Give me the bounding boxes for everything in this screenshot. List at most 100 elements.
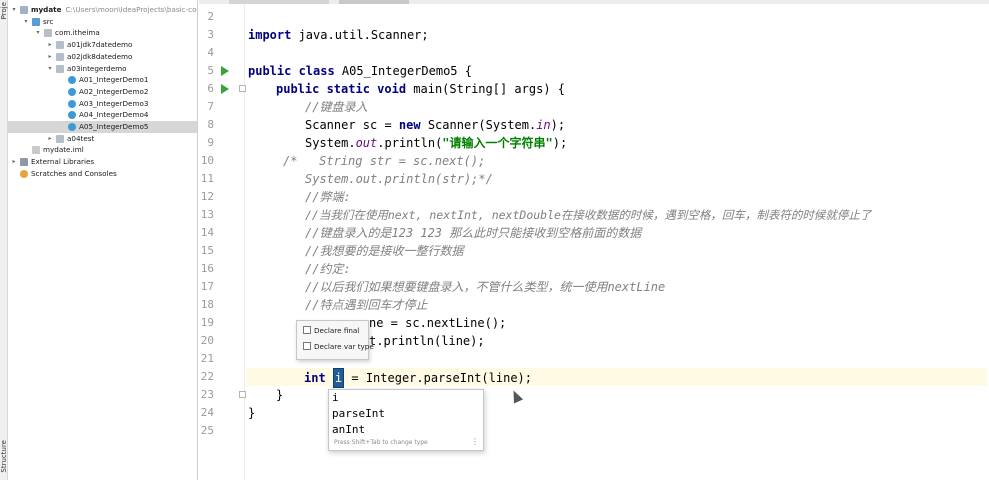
tree-item[interactable]: ▾ com.itheima — [8, 27, 197, 39]
variable-name-selection[interactable]: i — [332, 368, 345, 388]
package-icon — [56, 64, 64, 73]
completion-item-i[interactable]: i — [332, 390, 480, 406]
line-number: 3 — [207, 28, 214, 41]
scratch-icon — [20, 169, 28, 178]
code-line-9: System.out.println("请输入一个字符串"); — [305, 136, 568, 150]
source-folder-icon — [32, 17, 40, 26]
tree-item[interactable]: ▸ a04test — [8, 133, 197, 145]
code-line-15: //我想要的是接收一整行数据 — [305, 244, 464, 258]
tree-item[interactable]: ▸ a02jdk8datedemo — [8, 51, 197, 63]
line-number: 10 — [200, 154, 214, 167]
java-class-icon — [68, 76, 76, 85]
line-number: 24 — [200, 406, 214, 419]
java-class-icon — [68, 99, 76, 108]
tree-item[interactable]: A01_IntegerDemo1 — [8, 74, 197, 86]
line-number: 5 — [207, 64, 214, 77]
tree-item[interactable]: ▸ a01jdk7datedemo — [8, 39, 197, 51]
code-completion-popup: i parseInt anInt Press Shift+Tab to chan… — [328, 389, 484, 451]
line-number: 14 — [200, 226, 214, 239]
declare-final-checkbox[interactable] — [303, 326, 311, 334]
completion-item-anint[interactable]: anInt — [332, 422, 480, 438]
tree-item[interactable]: A03_IntegerDemo3 — [8, 98, 197, 110]
tree-item[interactable]: mydate.iml — [8, 144, 197, 156]
declare-var-type-option[interactable]: Declare var type — [303, 341, 374, 353]
code-editor[interactable]: 2 3 4 5 6 7 8 9 10 11 12 13 14 15 16 17 18 19 20 21 22 23 24 25… — [199, 4, 989, 480]
code-line-13: //当我们在使用next, nextInt, nextDouble在接收数据的时… — [305, 208, 872, 222]
tree-item-label: A05_IntegerDemo5 — [79, 122, 149, 131]
tree-item[interactable]: Scratches and Consoles — [8, 168, 197, 180]
editor-gutter: 2 3 4 5 6 7 8 9 10 11 12 13 14 15 16 17 18 19 20 21 22 23 24 25 — [199, 4, 246, 480]
tree-item-label: A03_IntegerDemo3 — [79, 98, 149, 108]
line-number: 17 — [200, 280, 214, 293]
line-number: 19 — [200, 316, 214, 329]
line-number: 20 — [200, 334, 214, 347]
iml-file-icon — [32, 146, 40, 155]
tree-item-label: a04test — [67, 133, 95, 143]
code-line-12: //弊端: — [305, 190, 351, 204]
completion-item-parseint[interactable]: parseInt — [332, 406, 480, 422]
tree-item-label: Scratches and Consoles — [31, 168, 117, 178]
chevron-down-icon[interactable]: ▾ — [46, 63, 54, 75]
declare-var-type-checkbox[interactable] — [303, 342, 311, 350]
package-icon — [44, 29, 52, 38]
code-line-19: ne = sc.nextLine(); — [369, 316, 507, 330]
tree-item[interactable]: A02_IntegerDemo2 — [8, 86, 197, 98]
structure-tool-tab[interactable]: Structure — [0, 440, 8, 473]
code-line-22: int i = Integer.parseInt(line); — [246, 368, 987, 388]
chevron-right-icon[interactable]: ▸ — [10, 156, 18, 168]
code-line-23: } — [276, 388, 284, 402]
run-gutter-icon[interactable] — [221, 66, 229, 76]
chevron-right-icon[interactable]: ▸ — [46, 39, 54, 51]
library-icon — [20, 158, 28, 167]
code-line-24: } — [248, 406, 256, 420]
line-number: 13 — [200, 208, 214, 221]
tree-item[interactable]: A05_IntegerDemo5 — [8, 121, 197, 133]
tree-item[interactable]: ▾ a03integerdemo — [8, 63, 197, 75]
java-class-icon — [68, 123, 76, 131]
code-line-11: System.out.println(str);*/ — [305, 172, 493, 186]
declare-final-option[interactable]: Declare final — [303, 325, 359, 337]
more-options-icon[interactable]: ⋮ — [471, 437, 479, 446]
code-line-10: /* String str = sc.next(); — [283, 154, 486, 168]
line-number: 2 — [207, 10, 214, 23]
tree-item-label: A02_IntegerDemo2 — [79, 86, 149, 96]
line-number: 11 — [200, 172, 214, 185]
run-gutter-icon[interactable] — [221, 84, 229, 94]
code-line-5: public class A05_IntegerDemo5 { — [248, 64, 472, 78]
tree-item[interactable]: ▸ External Libraries — [8, 156, 197, 168]
line-number: 9 — [207, 136, 214, 149]
chevron-down-icon[interactable]: ▾ — [34, 27, 42, 39]
intention-options-popup: Declare final Declare var type — [296, 320, 374, 360]
code-line-14: //键盘录入的是123 123 那么此时只能接收到空格前面的数据 — [305, 226, 642, 240]
package-icon — [56, 134, 64, 143]
code-line-20: t.println(line); — [369, 334, 485, 348]
package-icon — [56, 41, 64, 50]
tree-item-label: A01_IntegerDemo1 — [79, 75, 149, 85]
tree-item[interactable]: ▾ src — [8, 16, 197, 28]
code-line-16: //约定: — [305, 262, 351, 276]
chevron-right-icon[interactable]: ▸ — [46, 133, 54, 145]
line-number: 6 — [207, 82, 214, 95]
line-number: 25 — [200, 424, 214, 437]
project-tool-tab[interactable]: Proje — [0, 2, 8, 19]
code-line-7: //键盘录入 — [305, 100, 368, 114]
chevron-right-icon[interactable]: ▸ — [46, 51, 54, 63]
code-line-8: Scanner sc = new Scanner(System.in); — [305, 118, 566, 132]
chevron-down-icon[interactable]: ▾ — [22, 16, 30, 28]
fold-marker-icon[interactable] — [239, 391, 246, 398]
completion-hint-text: Press Shift+Tab to change type — [334, 439, 428, 446]
fold-marker-icon[interactable] — [239, 85, 246, 92]
tree-item-label: mydate.iml — [43, 145, 84, 155]
line-number: 18 — [200, 298, 214, 311]
left-tool-strip: Proje Structure — [0, 0, 8, 480]
line-number: 4 — [207, 46, 214, 59]
module-path-hint: C:\Users\moon\IdeaProjects\basic-code — [65, 5, 198, 14]
line-number: 7 — [207, 100, 214, 113]
line-number: 12 — [200, 190, 214, 203]
java-class-icon — [68, 87, 76, 96]
chevron-down-icon[interactable]: ▾ — [10, 4, 18, 16]
tree-item[interactable]: ▾ mydate C:\Users\moon\IdeaProjects\basic-… — [8, 4, 198, 16]
tree-item[interactable]: A04_IntegerDemo4 — [8, 109, 197, 121]
tree-item-label: External Libraries — [31, 157, 95, 167]
code-line-17: //以后我们如果想要键盘录入，不管什么类型，统一使用nextLine — [305, 280, 666, 294]
